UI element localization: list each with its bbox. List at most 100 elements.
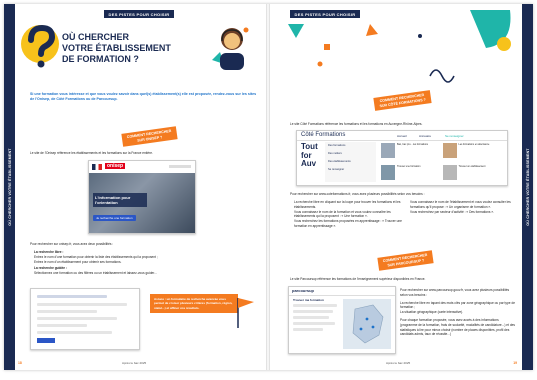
flag-icon — [238, 298, 254, 308]
decorative-shapes — [288, 10, 511, 83]
title-line-3: DE FORMATION ? — [62, 54, 139, 64]
cote-nav-item[interactable]: Se renseigner — [445, 134, 464, 138]
teal-triangle-shape — [288, 24, 304, 38]
tip-box: Astuce : un formulaire de recherche avan… — [150, 294, 238, 314]
card-label: Les formations en alternance — [458, 143, 490, 146]
form-submit-button[interactable] — [37, 338, 55, 343]
hero-line: Auv — [301, 159, 317, 168]
libre-item-2: Entrez le nom d'un établissement pour ob… — [34, 259, 122, 264]
map-icon — [352, 304, 384, 344]
parcoursup-filter[interactable] — [293, 328, 323, 331]
card-label: Bac, bac pro... les formations — [397, 143, 428, 146]
cote-right-list: Vous connaissez le nom de l'établissemen… — [410, 200, 514, 214]
parcoursup-filter[interactable] — [293, 316, 329, 319]
orange-triangle-shape — [366, 24, 378, 36]
question-mark-illustration — [21, 24, 59, 68]
parcoursup-filter[interactable] — [293, 310, 333, 313]
cote-logo: Côté Formations — [301, 132, 346, 138]
cote-card[interactable]: Trouver une formation — [381, 164, 440, 184]
sidebar-text: OÙ CHERCHER VOTRE ÉTABLISSEMENT — [7, 148, 12, 226]
map-marker[interactable] — [359, 327, 363, 331]
onisep-hero-headline: L'information pour l'orientation — [93, 193, 147, 207]
question-dot — [37, 60, 45, 68]
cote-list-item: Vous recherchez par secteur d'activité :… — [410, 209, 495, 214]
sidebar-text: OÙ CHERCHER VOTRE ÉTABLISSEMENT — [525, 148, 530, 226]
onisep-intro: Le site de l'Onisep référence les établi… — [30, 151, 153, 155]
left-sidebar: OÙ CHERCHER VOTRE ÉTABLISSEMENT — [4, 4, 15, 370]
card-thumbnail — [381, 164, 395, 180]
orange-dot-shape — [317, 61, 323, 67]
parcoursup-screenshot: parcoursup Trouver ma formation — [288, 286, 396, 354]
parcoursup-search-input[interactable] — [293, 304, 337, 307]
parcoursup-intro: Le site Parcoursup référence les formati… — [290, 277, 426, 281]
card-label: Trouver une formation — [397, 164, 421, 168]
cote-card[interactable]: Trouver un établissement — [442, 164, 502, 184]
card-label: Trouver un établissement — [458, 164, 486, 168]
search-intro: Pour rechercher sur onisep.fr, vous avez… — [30, 242, 114, 246]
form-title-bar — [37, 295, 107, 298]
form-field[interactable] — [37, 324, 87, 327]
parcoursup-filter[interactable] — [293, 322, 335, 325]
person-body — [220, 53, 244, 70]
ps-search-intro: Pour rechercher sur www.parcoursup.gouv.… — [400, 288, 510, 297]
cote-left-list: La recherche libre en cliquant sur la lo… — [294, 200, 404, 229]
person-face — [224, 33, 240, 49]
france-map-shape — [352, 304, 384, 344]
cote-card[interactable]: Les formations en alternance — [442, 143, 502, 162]
onisep-screenshot: onisep L'information pour l'orientation … — [88, 160, 196, 234]
orange-dot-shape — [243, 27, 249, 33]
cote-menu-item[interactable]: Des établissements — [328, 158, 376, 166]
guidee-item-1: Sélectionnez une formation ou des filièr… — [34, 271, 157, 276]
form-field[interactable] — [37, 303, 127, 306]
parcoursup-logo: parcoursup — [292, 288, 315, 293]
person-with-headset-illustration — [212, 27, 249, 70]
cote-card[interactable]: Bac, bac pro... les formations — [381, 143, 440, 162]
cote-menu-item[interactable]: Des formations — [328, 142, 376, 150]
parcoursup-section-label: COMMENT RECHERCHER SUR PARCOURSUP ? — [377, 250, 434, 271]
parcoursup-heading: Trouver ma formation — [293, 298, 324, 302]
cote-list-item: Vous recherchez les formations proposées… — [294, 219, 402, 228]
cote-menu-item[interactable]: Des métiers — [328, 150, 376, 158]
right-page: OÙ CHERCHER VOTRE ÉTABLISSEMENT DES PIST… — [270, 4, 533, 370]
libre-block: La recherche libre : Entrez le nom d'une… — [34, 250, 244, 276]
onisep-hero-photo: L'information pour l'orientation Je rech… — [89, 173, 195, 233]
footer-right: Après le bac 2025 — [386, 361, 411, 365]
cote-menu: Des formations Des métiers Des établisse… — [325, 142, 376, 182]
map-marker[interactable] — [365, 317, 369, 321]
cote-nav-item[interactable]: Accueil — [397, 134, 407, 138]
title-line-2: VOTRE ÉTABLISSEMENT — [62, 43, 171, 53]
card-thumbnail — [381, 143, 395, 158]
footer-left: Après le bac 2025 — [122, 361, 147, 365]
cote-hero-text: Tout for Auv — [301, 142, 318, 169]
parcoursup-header: parcoursup — [289, 287, 395, 296]
form-field[interactable] — [37, 317, 117, 320]
left-page: OÙ CHERCHER VOTRE ÉTABLISSEMENT DES PIST… — [4, 4, 266, 370]
cote-intro: Le site Côté Formations référence les fo… — [290, 122, 423, 126]
form-field[interactable] — [37, 310, 97, 313]
page-title: OÙ CHERCHER VOTRE ÉTABLISSEMENT DE FORMA… — [62, 32, 182, 65]
ps-list-item: La situation géographique (carte interac… — [400, 310, 464, 315]
page-number-right: 19 — [513, 361, 517, 365]
cote-menu-item[interactable]: Se renseigner — [328, 166, 376, 174]
onisep-search-button[interactable]: Je recherche une formation — [93, 215, 136, 221]
parcoursup-info: Pour rechercher sur www.parcoursup.gouv.… — [400, 288, 516, 337]
card-thumbnail — [442, 143, 457, 158]
cote-nav-item[interactable]: Annuaire — [419, 134, 431, 138]
onisep-search-form-screenshot — [30, 288, 140, 350]
top-banner: DES PISTES POUR CHOISIR — [104, 10, 174, 18]
form-field[interactable] — [37, 331, 112, 334]
onisep-logo: onisep — [105, 163, 126, 169]
parcoursup-map[interactable] — [343, 299, 391, 349]
card-thumbnail — [442, 164, 457, 180]
cote-cards: Bac, bac pro... les formations Les forma… — [381, 143, 501, 183]
republique-logo — [92, 164, 102, 170]
page-number-left: 18 — [18, 361, 22, 365]
map-marker[interactable] — [371, 325, 375, 329]
yellow-circle-shape — [497, 37, 511, 51]
onisep-section-label: COMMENT RECHERCHER SUR ONISEP ? — [121, 126, 178, 147]
navy-dot-shape — [418, 34, 422, 38]
ps-detail: Pour chaque formation proposée, vous ave… — [400, 317, 515, 337]
magazine-spread: OÙ CHERCHER VOTRE ÉTABLISSEMENT DES PIST… — [4, 4, 533, 370]
cote-list-item: Vous connaissez le nom de la formation e… — [294, 209, 391, 219]
onisep-search-input[interactable] — [169, 165, 191, 168]
